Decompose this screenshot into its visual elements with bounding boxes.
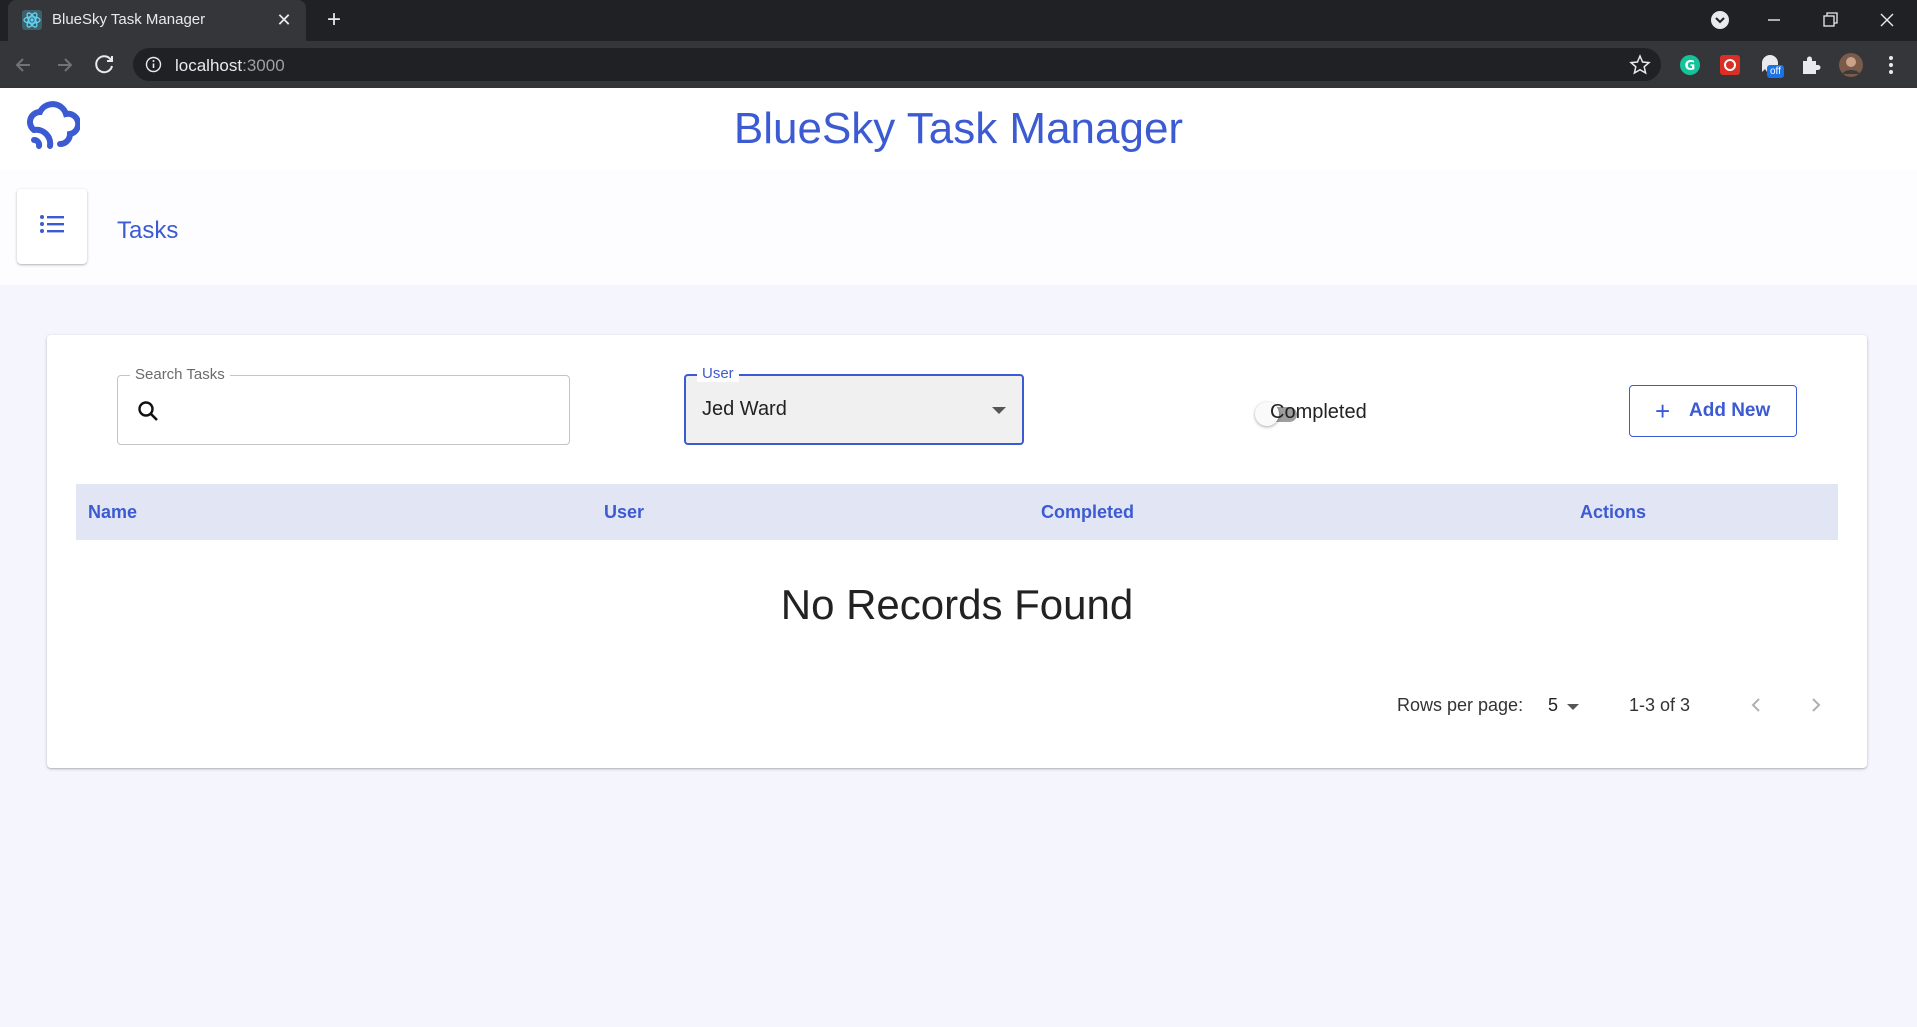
app-header: BlueSky Task Manager — [0, 88, 1917, 169]
site-info-icon[interactable] — [145, 56, 162, 73]
url-text: localhost:3000 — [175, 56, 285, 76]
address-bar[interactable]: localhost:3000 — [133, 48, 1661, 81]
restore-icon[interactable] — [1816, 6, 1844, 34]
table-header: Name User Completed Actions — [76, 484, 1838, 540]
user-select-label: User — [697, 365, 739, 382]
tab-title: BlueSky Task Manager — [52, 11, 206, 28]
ghost-extension[interactable]: off — [1757, 52, 1784, 78]
user-select-value: Jed Ward — [702, 398, 787, 420]
reload-icon[interactable] — [91, 51, 119, 79]
page-header: Tasks — [0, 169, 1917, 285]
browser-tab-bar: BlueSky Task Manager ✕ + — [0, 0, 1917, 41]
tab-close-icon[interactable]: ✕ — [274, 10, 294, 30]
column-header-name[interactable]: Name — [88, 502, 137, 523]
list-icon — [40, 215, 64, 233]
search-tasks-field[interactable]: Search Tasks — [117, 366, 570, 445]
next-page-icon[interactable] — [1804, 693, 1828, 717]
browser-tab[interactable]: BlueSky Task Manager ✕ — [8, 0, 306, 41]
react-favicon-icon — [22, 10, 42, 30]
minimize-icon[interactable] — [1760, 6, 1788, 34]
bookmark-star-icon[interactable] — [1629, 54, 1651, 76]
browser-menu-icon[interactable] — [1878, 52, 1904, 78]
search-tasks-input[interactable] — [174, 392, 554, 430]
forward-icon[interactable] — [50, 51, 78, 79]
rows-per-page-select[interactable]: 5 — [1548, 695, 1558, 716]
column-header-actions: Actions — [1580, 502, 1647, 522]
app-title: BlueSky Task Manager — [733, 104, 1184, 153]
pagination-range: 1-3 of 3 — [1629, 695, 1691, 715]
red-extension-icon[interactable] — [1717, 52, 1743, 78]
tab-search-icon[interactable] — [1706, 6, 1734, 34]
completed-toggle-label: Completed — [1270, 401, 1367, 423]
plus-icon: + — [1655, 396, 1671, 426]
page-icon-card — [17, 189, 87, 264]
add-new-label: Add New — [1689, 400, 1771, 421]
chevron-down-icon[interactable] — [1567, 704, 1579, 710]
search-tasks-label: Search Tasks — [130, 366, 230, 383]
browser-toolbar: localhost:3000 G off — [0, 41, 1917, 88]
back-icon[interactable] — [10, 51, 38, 79]
user-select[interactable]: User Jed Ward — [684, 365, 1024, 445]
empty-message: No Records Found — [780, 581, 1134, 628]
column-header-user[interactable]: User — [604, 502, 644, 523]
add-new-button[interactable]: + Add New — [1629, 385, 1797, 437]
close-window-icon[interactable] — [1873, 6, 1901, 34]
page-title: Tasks — [117, 217, 179, 244]
rows-per-page-label: Rows per page: — [1397, 695, 1524, 715]
url-port: :3000 — [242, 56, 285, 75]
search-icon — [138, 401, 158, 421]
new-tab-icon[interactable]: + — [322, 8, 346, 32]
previous-page-icon[interactable] — [1744, 693, 1768, 717]
extension-off-badge: off — [1767, 65, 1784, 78]
svg-text:G: G — [1685, 59, 1696, 74]
grammarly-extension-icon[interactable]: G — [1677, 52, 1703, 78]
extensions-puzzle-icon[interactable] — [1797, 52, 1823, 78]
profile-avatar-icon[interactable] — [1838, 52, 1864, 78]
column-header-completed[interactable]: Completed — [1041, 502, 1134, 523]
chevron-down-icon — [992, 407, 1006, 414]
url-host: localhost — [175, 56, 243, 75]
tasks-card: Search Tasks User Jed Ward Completed + A… — [47, 335, 1867, 768]
